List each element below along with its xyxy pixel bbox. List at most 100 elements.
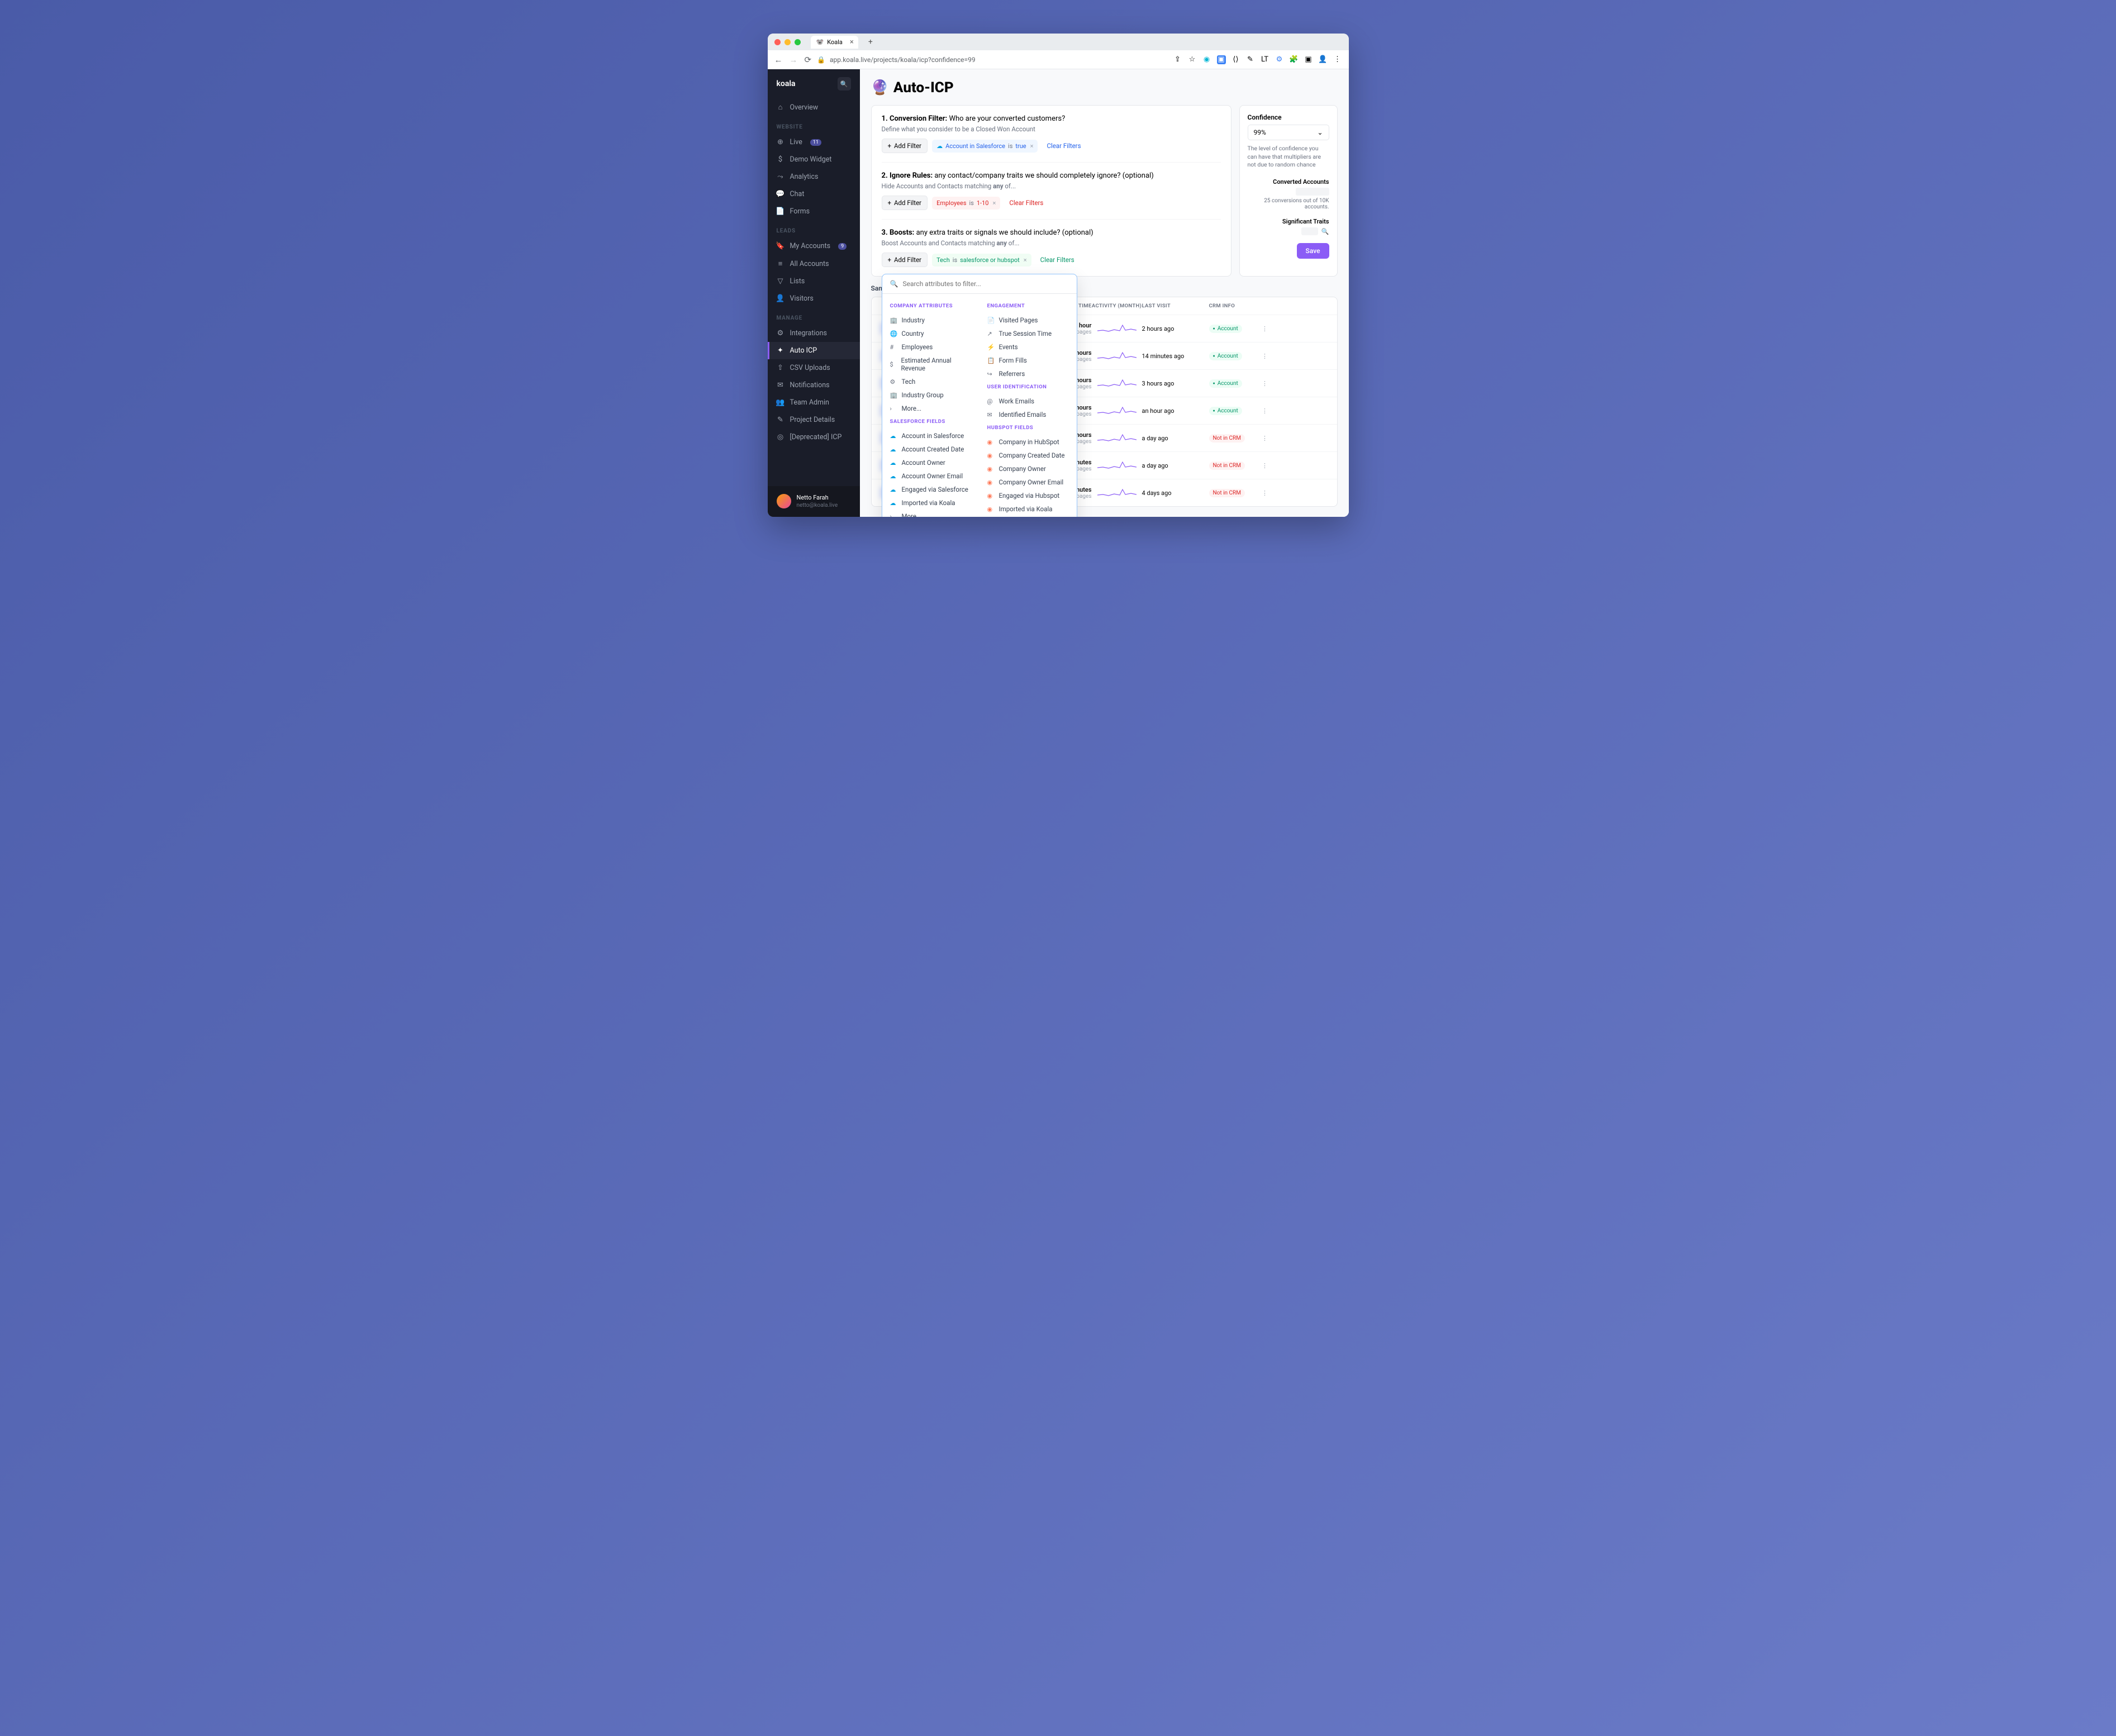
sidebar-item-lists[interactable]: ▽Lists (768, 273, 860, 290)
dropdown-item-sf-account[interactable]: ☁Account in Salesforce (890, 429, 972, 443)
sidebar-item-integrations[interactable]: ⚙Integrations (768, 325, 860, 342)
extension-icon[interactable]: ⟨⟩ (1231, 55, 1240, 64)
dropdown-item-employees[interactable]: #Employees (890, 340, 972, 354)
dropdown-item-hs-engaged[interactable]: ◉Engaged via Hubspot (987, 489, 1069, 502)
dropdown-item-form-fills[interactable]: 📋Form Fills (987, 354, 1069, 367)
sidebar-item-my-accounts[interactable]: 🔖My Accounts9 (768, 237, 860, 255)
dropdown-item-sf-owner-email[interactable]: ☁Account Owner Email (890, 469, 972, 483)
hubspot-icon: ◉ (987, 506, 995, 513)
sidebar-item-analytics[interactable]: ⤳Analytics (768, 168, 860, 186)
dropdown-item-hs-imported[interactable]: ◉Imported via Koala (987, 502, 1069, 516)
hubspot-icon: ◉ (987, 439, 995, 446)
dropdown-item-sf-created[interactable]: ☁Account Created Date (890, 443, 972, 456)
row-menu-button[interactable]: ⋮ (1259, 325, 1271, 332)
clear-filters-link[interactable]: Clear Filters (1040, 256, 1074, 264)
filter-chip-employees[interactable]: Employees is 1-10 × (932, 197, 1000, 210)
dropdown-item-hs-owner[interactable]: ◉Company Owner (987, 462, 1069, 475)
row-menu-button[interactable]: ⋮ (1259, 380, 1271, 387)
clear-filters-link[interactable]: Clear Filters (1009, 199, 1043, 207)
sidebar-item-forms[interactable]: 📄Forms (768, 203, 860, 220)
nav-reload-button[interactable]: ⟳ (805, 55, 812, 65)
star-icon[interactable]: ☆ (1188, 55, 1197, 64)
dropdown-item-work-emails[interactable]: @Work Emails (987, 394, 1069, 408)
sidebar-item-notifications[interactable]: ✉Notifications (768, 377, 860, 394)
dropdown-item-sf-engaged[interactable]: ☁Engaged via Salesforce (890, 483, 972, 496)
dropdown-item-more[interactable]: ›More... (987, 516, 1069, 517)
app-logo[interactable]: koala (777, 79, 796, 88)
sidebar-item-demo-widget[interactable]: $Demo Widget (768, 151, 860, 168)
dropdown-item-industry[interactable]: 🏢Industry (890, 313, 972, 327)
extension-icon[interactable]: LT (1261, 55, 1269, 64)
sidebar-item-project-details[interactable]: ✎Project Details (768, 411, 860, 429)
new-tab-button[interactable]: + (868, 37, 873, 46)
url-text[interactable]: app.koala.live/projects/koala/icp?confid… (830, 56, 976, 64)
dropdown-item-hs-owner-email[interactable]: ◉Company Owner Email (987, 475, 1069, 489)
dropdown-item-referrers[interactable]: ↪Referrers (987, 367, 1069, 381)
window-close-button[interactable] (774, 39, 781, 45)
add-filter-button[interactable]: +Add Filter (882, 253, 928, 267)
arrow-icon: ↪ (987, 370, 995, 378)
sidebar-item-live[interactable]: ⊕Live11 (768, 134, 860, 151)
sidebar-item-deprecated-icp[interactable]: ◎[Deprecated] ICP (768, 429, 860, 446)
search-icon[interactable]: 🔍 (1321, 228, 1329, 235)
dropdown-item-events[interactable]: ⚡Events (987, 340, 1069, 354)
row-menu-button[interactable]: ⋮ (1259, 407, 1271, 415)
row-menu-button[interactable]: ⋮ (1259, 489, 1271, 497)
window-maximize-button[interactable] (795, 39, 801, 45)
sidebar-search-button[interactable]: 🔍 (838, 77, 851, 91)
dropdown-item-more[interactable]: ›More... (890, 402, 972, 415)
nav-back-button[interactable]: ← (774, 55, 783, 65)
confidence-select[interactable]: 99% ⌄ (1248, 125, 1329, 140)
dropdown-item-identified-emails[interactable]: ✉Identified Emails (987, 408, 1069, 421)
dropdown-item-sf-owner[interactable]: ☁Account Owner (890, 456, 972, 469)
extension-icon[interactable]: ▣ (1217, 55, 1226, 64)
extension-icon[interactable]: ▣ (1304, 55, 1313, 64)
dropdown-group-hubspot: HUBSPOT FIELDS (987, 425, 1069, 431)
share-icon[interactable]: ⇪ (1173, 55, 1182, 64)
sidebar-user-footer[interactable]: Netto Farah netto@koala.live (768, 486, 860, 517)
tab-close-button[interactable]: × (850, 38, 854, 46)
dropdown-item-revenue[interactable]: $Estimated Annual Revenue (890, 354, 972, 375)
clear-filters-link[interactable]: Clear Filters (1047, 142, 1081, 150)
dropdown-item-visited-pages[interactable]: 📄Visited Pages (987, 313, 1069, 327)
filter-chip-tech[interactable]: Tech is salesforce or hubspot × (932, 254, 1031, 267)
sidebar-item-chat[interactable]: 💬Chat (768, 186, 860, 203)
sidebar-item-auto-icp[interactable]: ✦Auto ICP (768, 342, 860, 359)
add-filter-button[interactable]: +Add Filter (882, 196, 928, 210)
chip-remove-button[interactable]: × (1030, 142, 1034, 150)
window-minimize-button[interactable] (784, 39, 791, 45)
dropdown-item-sf-imported[interactable]: ☁Imported via Koala (890, 496, 972, 510)
row-menu-button[interactable]: ⋮ (1259, 353, 1271, 360)
extension-icon[interactable]: ✎ (1246, 55, 1255, 64)
chip-remove-button[interactable]: × (992, 199, 996, 207)
dropdown-item-more[interactable]: ›More... (890, 510, 972, 517)
sidebar-item-visitors[interactable]: 👤Visitors (768, 290, 860, 307)
dropdown-item-hs-company[interactable]: ◉Company in HubSpot (987, 435, 1069, 449)
crm-info-cell: Account (1209, 406, 1259, 415)
dropdown-item-industry-group[interactable]: 🏢Industry Group (890, 388, 972, 402)
add-filter-button[interactable]: +Add Filter (882, 139, 928, 153)
nav-forward-button[interactable]: → (790, 55, 798, 65)
last-visit-cell: 4 days ago (1142, 489, 1209, 497)
sidebar-item-overview[interactable]: ⌂Overview (768, 98, 860, 116)
chip-remove-button[interactable]: × (1024, 256, 1027, 264)
dropdown-item-hs-created[interactable]: ◉Company Created Date (987, 449, 1069, 462)
row-menu-button[interactable]: ⋮ (1259, 462, 1271, 469)
dropdown-item-tech[interactable]: ⚙Tech (890, 375, 972, 388)
filter-chip-account-salesforce[interactable]: ☁ Account in Salesforce is true × (932, 140, 1038, 153)
browser-tab[interactable]: 🐨 Koala × (811, 36, 858, 49)
browser-menu-icon[interactable]: ⋮ (1333, 55, 1342, 64)
sidebar-section-website: WEBSITE (768, 121, 860, 134)
sidebar-item-team-admin[interactable]: 👥Team Admin (768, 394, 860, 411)
extension-icon[interactable]: ⚙ (1275, 55, 1284, 64)
dropdown-item-country[interactable]: 🌐Country (890, 327, 972, 340)
extension-icon[interactable]: ◉ (1202, 55, 1211, 64)
extensions-menu-icon[interactable]: 🧩 (1290, 55, 1299, 64)
attribute-search-input[interactable] (902, 280, 1068, 288)
sidebar-item-csv-uploads[interactable]: ⇧CSV Uploads (768, 359, 860, 377)
row-menu-button[interactable]: ⋮ (1259, 435, 1271, 442)
dropdown-item-session-time[interactable]: ↗True Session Time (987, 327, 1069, 340)
sidebar-item-all-accounts[interactable]: ≡All Accounts (768, 255, 860, 273)
profile-avatar[interactable]: 👤 (1319, 55, 1328, 64)
save-button[interactable]: Save (1297, 243, 1329, 259)
